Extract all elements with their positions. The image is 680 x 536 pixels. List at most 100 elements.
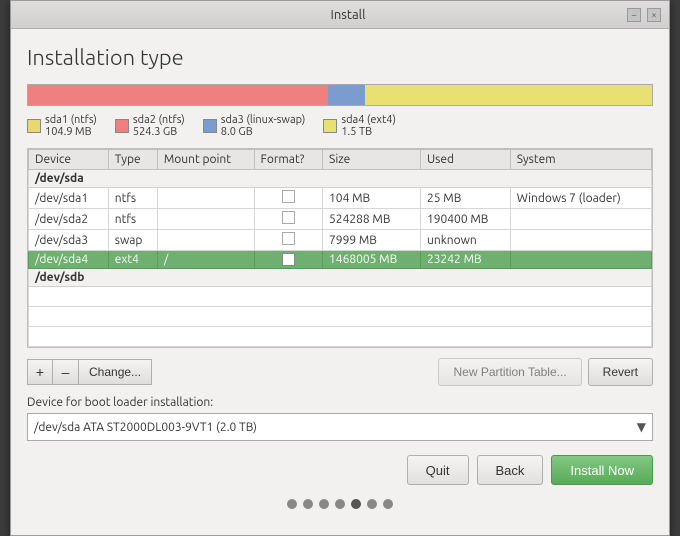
group-label: /dev/sda <box>29 170 652 188</box>
cell-device: /dev/sda2 <box>29 209 109 230</box>
new-partition-table-button[interactable]: New Partition Table... <box>438 358 581 386</box>
titlebar-controls: – × <box>627 8 661 22</box>
cell-type: swap <box>108 230 157 251</box>
quit-button[interactable]: Quit <box>407 455 469 485</box>
cell-type: ntfs <box>108 209 157 230</box>
partition-bar-sda2 <box>78 85 328 105</box>
format-checkbox[interactable] <box>282 190 295 203</box>
legend-label-sda1: sda1 (ntfs) 104.9 MB <box>45 114 97 138</box>
cell-type: ext4 <box>108 251 157 269</box>
table-group-header: /dev/sda <box>29 170 652 188</box>
close-button[interactable]: × <box>647 8 661 22</box>
col-size: Size <box>323 150 421 170</box>
table-group-header: /dev/sdb <box>29 269 652 287</box>
cell-used: unknown <box>420 230 510 251</box>
minimize-button[interactable]: – <box>627 8 641 22</box>
cell-mount <box>157 188 254 209</box>
titlebar: Install – × <box>11 1 669 29</box>
revert-button[interactable]: Revert <box>588 358 653 386</box>
format-checkbox[interactable] <box>282 211 295 224</box>
col-used: Used <box>420 150 510 170</box>
empty-row <box>29 287 652 307</box>
cell-format[interactable] <box>254 230 322 251</box>
format-checkbox[interactable] <box>282 232 295 245</box>
cell-used: 190400 MB <box>420 209 510 230</box>
partition-bar <box>27 84 653 106</box>
window-title: Install <box>69 8 627 22</box>
empty-row <box>29 307 652 327</box>
cell-device: /dev/sda1 <box>29 188 109 209</box>
legend-sda4: sda4 (ext4) 1.5 TB <box>323 114 396 138</box>
cell-type: ntfs <box>108 188 157 209</box>
progress-dot-1 <box>303 499 313 509</box>
cell-system <box>510 230 651 251</box>
cell-size: 524288 MB <box>323 209 421 230</box>
progress-dot-4 <box>351 499 361 509</box>
cell-format[interactable]: ✓ <box>254 251 322 269</box>
back-button[interactable]: Back <box>477 455 544 485</box>
legend-sda1: sda1 (ntfs) 104.9 MB <box>27 114 97 138</box>
cell-used: 23242 MB <box>420 251 510 269</box>
install-now-button[interactable]: Install Now <box>551 455 653 485</box>
col-type: Type <box>108 150 157 170</box>
cell-mount: / <box>157 251 254 269</box>
legend-label-sda3: sda3 (linux-swap) 8.0 GB <box>221 114 306 138</box>
partition-bar-sda4 <box>365 85 652 105</box>
table-row[interactable]: /dev/sda3swap 7999 MBunknown <box>29 230 652 251</box>
cell-system <box>510 251 651 269</box>
progress-dot-5 <box>367 499 377 509</box>
boot-loader-select[interactable]: /dev/sda ATA ST2000DL003-9VT1 (2.0 TB) ▼ <box>27 413 653 441</box>
format-checkbox-checked[interactable]: ✓ <box>282 253 295 266</box>
legend-label-sda2: sda2 (ntfs) 524.3 GB <box>133 114 185 138</box>
cell-device: /dev/sda3 <box>29 230 109 251</box>
page-title: Installation type <box>27 45 653 70</box>
partition-legend: sda1 (ntfs) 104.9 MB sda2 (ntfs) 524.3 G… <box>27 114 653 138</box>
change-partition-button[interactable]: Change... <box>79 359 152 385</box>
progress-dot-3 <box>335 499 345 509</box>
boot-loader-arrow-icon: ▼ <box>637 420 646 434</box>
boot-loader-value: /dev/sda ATA ST2000DL003-9VT1 (2.0 TB) <box>34 421 257 434</box>
legend-label-sda4: sda4 (ext4) 1.5 TB <box>341 114 396 138</box>
col-mount: Mount point <box>157 150 254 170</box>
add-partition-button[interactable]: + <box>27 359 53 385</box>
cell-format[interactable] <box>254 188 322 209</box>
partition-bar-sda1 <box>28 85 78 105</box>
legend-sda2: sda2 (ntfs) 524.3 GB <box>115 114 185 138</box>
col-format: Format? <box>254 150 322 170</box>
table-controls: + – Change... New Partition Table... Rev… <box>27 358 653 386</box>
cell-device: /dev/sda4 <box>29 251 109 269</box>
cell-size: 1468005 MB <box>323 251 421 269</box>
legend-color-sda2 <box>115 119 129 133</box>
cell-used: 25 MB <box>420 188 510 209</box>
legend-sda3: sda3 (linux-swap) 8.0 GB <box>203 114 306 138</box>
legend-color-sda1 <box>27 119 41 133</box>
main-content: Installation type sda1 (ntfs) 104.9 MB s… <box>11 29 669 535</box>
cell-mount <box>157 230 254 251</box>
legend-color-sda3 <box>203 119 217 133</box>
legend-color-sda4 <box>323 119 337 133</box>
cell-system <box>510 209 651 230</box>
empty-row <box>29 327 652 347</box>
partition-bar-sda3 <box>328 85 365 105</box>
cell-size: 7999 MB <box>323 230 421 251</box>
col-device: Device <box>29 150 109 170</box>
partition-table-container: Device Type Mount point Format? Size Use… <box>27 148 653 348</box>
cell-mount <box>157 209 254 230</box>
progress-dots <box>27 499 653 519</box>
cell-system: Windows 7 (loader) <box>510 188 651 209</box>
right-controls: New Partition Table... Revert <box>438 358 653 386</box>
table-row[interactable]: /dev/sda2ntfs 524288 MB190400 MB <box>29 209 652 230</box>
col-system: System <box>510 150 651 170</box>
boot-loader-label: Device for boot loader installation: <box>27 396 653 409</box>
cell-size: 104 MB <box>323 188 421 209</box>
partition-table: Device Type Mount point Format? Size Use… <box>28 149 652 347</box>
action-buttons: Quit Back Install Now <box>27 455 653 485</box>
table-row[interactable]: /dev/sda4ext4/ ✓ 1468005 MB23242 MB <box>29 251 652 269</box>
remove-partition-button[interactable]: – <box>53 359 79 385</box>
table-row[interactable]: /dev/sda1ntfs 104 MB25 MBWindows 7 (loade… <box>29 188 652 209</box>
progress-dot-2 <box>319 499 329 509</box>
cell-format[interactable] <box>254 209 322 230</box>
progress-dot-6 <box>383 499 393 509</box>
group-label: /dev/sdb <box>29 269 652 287</box>
install-window: Install – × Installation type sda1 (ntfs… <box>10 0 670 536</box>
